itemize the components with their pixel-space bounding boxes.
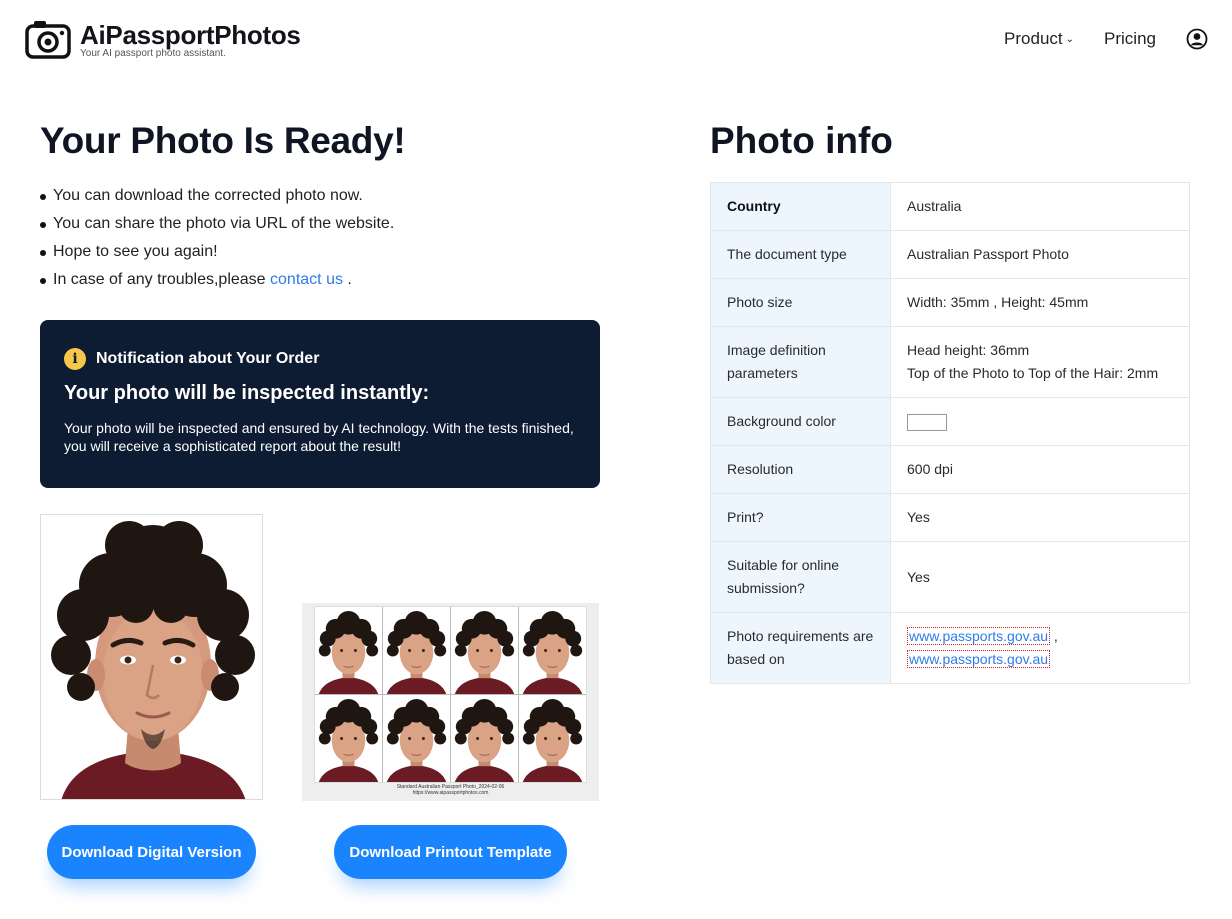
table-row: Print? Yes [710,493,1190,542]
brand-name: AiPassportPhotos [80,19,301,50]
notification-title: Your photo will be inspected instantly: [64,382,430,404]
row-value: 600 dpi [890,445,1190,494]
sheet-caption: Standard Australian Passport Photo_2024-… [302,784,599,796]
bullet-item: In case of any troubles,please contact u… [40,266,600,294]
photo-info-title: Photo info [710,120,893,161]
row-key: Suitable for online submission? [710,541,891,613]
row-key: Print? [710,493,891,542]
row-key: Resolution [710,445,891,494]
row-key: Image definition parameters [710,326,891,398]
link-separator: , [1050,628,1058,644]
nav-pricing[interactable]: Pricing [1104,29,1156,49]
bullet-item: You can download the corrected photo now… [40,182,600,210]
nav-product-label: Product [1004,29,1063,48]
row-key: Photo requirements are based on [710,612,891,684]
row-value [890,397,1190,446]
head-height-value: Head height: 36mm [907,342,1030,358]
requirements-link[interactable]: www.passports.gov.au [907,627,1051,645]
sheet-photo-thumbnail [519,695,586,782]
row-key: The document type [710,230,891,279]
site-header: AiPassportPhotos Your AI passport photo … [0,0,1232,80]
sheet-photo-thumbnail [519,607,586,694]
table-row: Photo requirements are based on www.pass… [710,612,1190,684]
result-section: Your Photo Is Ready! You can download th… [40,118,600,488]
table-row: The document type Australian Passport Ph… [710,230,1190,279]
sheet-photo-thumbnail [315,695,382,782]
table-row: Photo size Width: 35mm , Height: 45mm [710,278,1190,327]
table-row: Background color [710,397,1190,446]
sheet-photo-thumbnail [451,607,518,694]
info-icon: i [64,348,86,370]
photo-info-table: Country Australia The document type Aust… [710,182,1190,684]
sheet-photo-thumbnail [315,607,382,694]
contact-us-link[interactable]: contact us [270,271,343,288]
portrait-image [41,515,262,799]
row-value: Head height: 36mm Top of the Photo to To… [890,326,1190,398]
table-row: Resolution 600 dpi [710,445,1190,494]
row-value: www.passports.gov.au , www.passports.gov… [890,612,1190,684]
bullet-item: Hope to see you again! [40,238,600,266]
notification-body: Your photo will be inspected and ensured… [64,420,574,454]
chevron-down-icon: ⌄ [1065,33,1075,45]
row-key: Country [710,182,891,231]
printout-template-preview: Standard Australian Passport Photo_2024-… [302,603,599,801]
notification-label: Notification about Your Order [96,350,320,367]
row-value: Australian Passport Photo [890,230,1190,279]
table-row: Country Australia [710,182,1190,231]
download-digital-button[interactable]: Download Digital Version [47,825,256,879]
photo-sheet-grid [314,606,587,783]
table-row: Suitable for online submission? Yes [710,541,1190,613]
download-printout-button[interactable]: Download Printout Template [334,825,567,879]
requirements-link[interactable]: www.passports.gov.au [907,650,1051,668]
sheet-caption-url: https://www.aipassportphotos.com [412,790,489,796]
row-value: Yes [890,493,1190,542]
background-color-swatch [907,413,947,431]
table-row: Image definition parameters Head height:… [710,326,1190,398]
logo[interactable]: AiPassportPhotos Your AI passport photo … [24,18,301,60]
result-bullets: You can download the corrected photo now… [40,182,600,294]
row-value: Australia [890,182,1190,231]
page-title: Your Photo Is Ready! [40,120,406,161]
sheet-photo-thumbnail [451,695,518,782]
user-account-icon[interactable] [1186,28,1208,50]
row-value: Yes [890,541,1190,613]
top-margin-value: Top of the Photo to Top of the Hair: 2mm [907,365,1159,381]
bullet-text-after: . [342,271,352,288]
photo-info-section: Photo info Country Australia The documen… [710,118,1190,684]
bullet-item: You can share the photo via URL of the w… [40,210,600,238]
sheet-photo-thumbnail [383,607,450,694]
nav-product[interactable]: Product ⌄ [1004,29,1074,49]
order-notification: i Notification about Your Order Your pho… [40,320,600,488]
camera-logo-icon [25,21,71,59]
top-nav: Product ⌄ Pricing [1004,28,1208,50]
row-key: Background color [710,397,891,446]
bullet-text: In case of any troubles,please [53,271,271,288]
sheet-photo-thumbnail [383,695,450,782]
passport-photo-preview [40,514,263,800]
row-key: Photo size [710,278,891,327]
brand-tagline: Your AI passport photo assistant. [80,47,226,59]
row-value: Width: 35mm , Height: 45mm [890,278,1190,327]
